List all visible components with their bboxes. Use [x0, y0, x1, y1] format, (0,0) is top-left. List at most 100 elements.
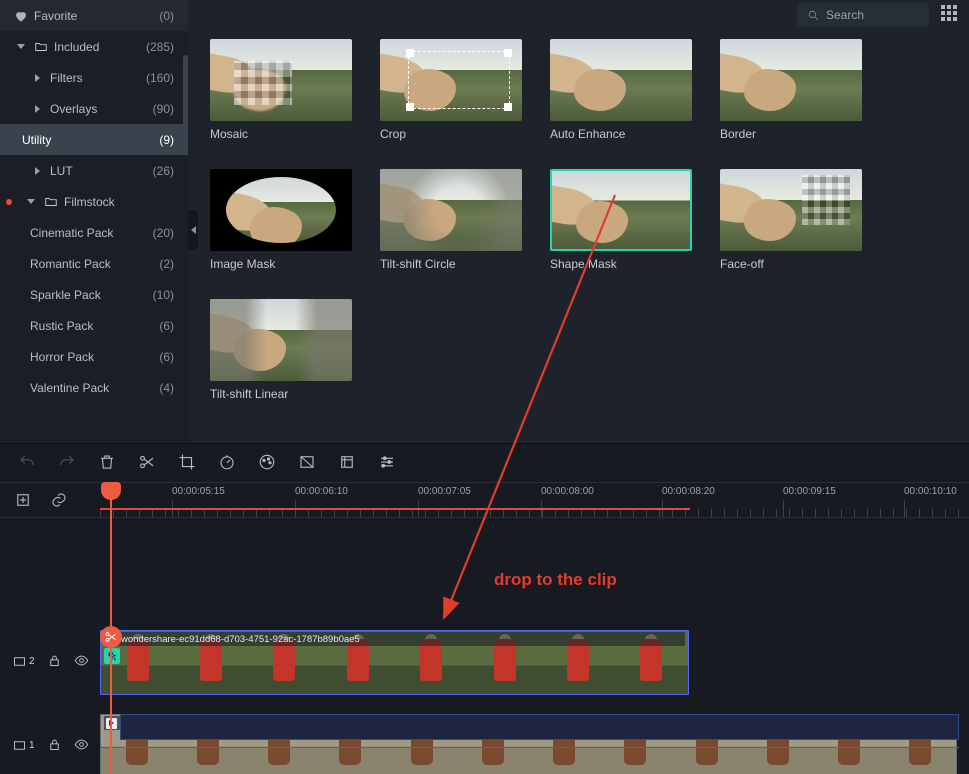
playhead-split-icon[interactable]	[100, 626, 122, 648]
track-number: 2	[29, 656, 35, 667]
effect-preview	[210, 299, 352, 381]
split-button[interactable]	[138, 453, 156, 474]
delete-button[interactable]	[98, 453, 116, 474]
sidebar-item-valentine[interactable]: Valentine Pack(4)	[0, 372, 188, 403]
effect-thumb-auto-enhance[interactable]: Auto Enhance	[550, 39, 692, 141]
sidebar-label: Horror Pack	[30, 350, 94, 364]
visibility-icon[interactable]	[74, 653, 89, 671]
mask-button[interactable]	[338, 453, 356, 474]
effect-thumb-shape-mask[interactable]: Shape Mask	[550, 169, 692, 271]
sidebar-count: (6)	[144, 319, 174, 333]
search-icon	[807, 9, 820, 22]
sidebar-item-horror[interactable]: Horror Pack (6)	[0, 341, 188, 372]
green-screen-button[interactable]	[298, 453, 316, 474]
folder-icon	[34, 40, 48, 54]
redo-button[interactable]	[58, 453, 76, 474]
crop-button[interactable]	[178, 453, 196, 474]
effect-thumb-tilt-shift-linear[interactable]: Tilt-shift Linear	[210, 299, 352, 401]
lock-icon[interactable]	[47, 653, 62, 671]
sidebar-label: Valentine Pack	[30, 381, 109, 395]
effect-label: Mosaic	[210, 127, 352, 141]
ruler-tick: 00:00:06:10	[295, 486, 348, 497]
effects-panel: Search Mosaic Crop Auto Enhance Border Image…	[188, 0, 969, 443]
effect-preview	[720, 169, 862, 251]
sidebar-count: (26)	[144, 164, 174, 178]
sidebar-label: Filters	[50, 71, 83, 85]
speed-button[interactable]	[218, 453, 236, 474]
effect-label: Shape Mask	[550, 257, 692, 271]
sidebar-label: Utility	[22, 133, 51, 147]
adjust-button[interactable]	[378, 453, 396, 474]
effect-thumb-image-mask[interactable]: Image Mask	[210, 169, 352, 271]
folder-icon	[44, 195, 58, 209]
chevron-right-icon	[30, 164, 44, 178]
link-button[interactable]	[50, 491, 68, 512]
clip-label: wondershare-ec91dd68-d703-4751-92ac-1787…	[104, 632, 685, 646]
sidebar-item-overlays[interactable]: Overlays (90)	[0, 93, 188, 124]
effect-label: Border	[720, 127, 862, 141]
track-number: 1	[29, 740, 35, 751]
undo-button[interactable]	[18, 453, 36, 474]
track-row-2: 2 wondershare-ec91dd68-d703-4751-92ac-17…	[0, 630, 969, 690]
effect-preview	[210, 169, 352, 251]
timeline-ruler[interactable]: 00:00:05:1500:00:06:1000:00:07:0500:00:0…	[0, 483, 969, 518]
grid-view-icon[interactable]	[939, 3, 959, 23]
sidebar-item-favorite[interactable]: Favorite (0)	[0, 0, 188, 31]
sidebar-count: (160)	[144, 71, 174, 85]
effect-thumb-border[interactable]: Border	[720, 39, 862, 141]
sidebar-label: Favorite	[34, 9, 77, 23]
sidebar-item-lut[interactable]: LUT (26)	[0, 155, 188, 186]
track-header: 2	[0, 630, 100, 693]
sidebar-item-rustic[interactable]: Rustic Pack (6)	[0, 310, 188, 341]
ruler-tick: 00:00:08:20	[662, 486, 715, 497]
sidebar-item-sparkle[interactable]: Sparkle Pack(10)	[0, 279, 188, 310]
effects-sidebar: Favorite (0) Included (285) Filters (160…	[0, 0, 188, 443]
sidebar-count: (6)	[144, 350, 174, 364]
sidebar-item-included[interactable]: Included (285)	[0, 31, 188, 62]
sidebar-item-filmstock[interactable]: Filmstock	[0, 186, 188, 217]
sidebar-count: (0)	[144, 9, 174, 23]
effect-thumb-face-off[interactable]: Face-off	[720, 169, 862, 271]
effect-label: Tilt-shift Circle	[380, 257, 522, 271]
sidebar-label: Romantic Pack	[30, 257, 111, 271]
lock-icon[interactable]	[47, 737, 62, 755]
effect-label: Crop	[380, 127, 522, 141]
chevron-down-icon	[14, 40, 28, 54]
effect-thumb-tilt-shift-circle[interactable]: Tilt-shift Circle	[380, 169, 522, 271]
sidebar-label: Included	[54, 40, 99, 54]
audio-strip[interactable]	[120, 714, 959, 740]
effect-preview	[720, 39, 862, 121]
sidebar-count: (2)	[144, 257, 174, 271]
new-dot-icon	[6, 199, 12, 205]
collapse-sidebar-button[interactable]	[188, 210, 198, 250]
sidebar-item-romantic[interactable]: Romantic Pack (2)	[0, 248, 188, 279]
add-marker-button[interactable]	[14, 491, 32, 512]
color-button[interactable]	[258, 453, 276, 474]
effect-preview	[210, 39, 352, 121]
playhead[interactable]	[110, 482, 112, 774]
sidebar-item-utility[interactable]: Utility (9)	[0, 124, 188, 155]
search-placeholder: Search	[826, 8, 864, 22]
sidebar-label: LUT	[50, 164, 73, 178]
chevron-right-icon	[30, 102, 44, 116]
sidebar-item-filters[interactable]: Filters (160)	[0, 62, 188, 93]
baseline	[100, 747, 959, 748]
track-badge: 1	[12, 738, 35, 753]
effect-badge-icon	[104, 648, 120, 664]
sidebar-count: (20)	[144, 226, 174, 240]
sidebar-count: (9)	[144, 133, 174, 147]
visibility-icon[interactable]	[74, 737, 89, 755]
effect-thumb-mosaic[interactable]: Mosaic	[210, 39, 352, 141]
sidebar-count: (285)	[144, 40, 174, 54]
ruler-tick: 00:00:09:15	[783, 486, 836, 497]
ruler-tick: 00:00:10:10	[904, 486, 957, 497]
sidebar-label: Cinematic Pack	[30, 226, 113, 240]
effect-label: Tilt-shift Linear	[210, 387, 352, 401]
annotation-text: drop to the clip	[494, 570, 617, 590]
video-clip-1[interactable]: wondershare-ec91dd68-d703-4751-92ac-1787…	[100, 630, 689, 695]
sidebar-item-cinematic[interactable]: Cinematic Pack (20)	[0, 217, 188, 248]
effect-preview	[380, 39, 522, 121]
effect-thumb-crop[interactable]: Crop	[380, 39, 522, 141]
effect-preview	[550, 169, 692, 251]
sidebar-label: Rustic Pack	[30, 319, 93, 333]
